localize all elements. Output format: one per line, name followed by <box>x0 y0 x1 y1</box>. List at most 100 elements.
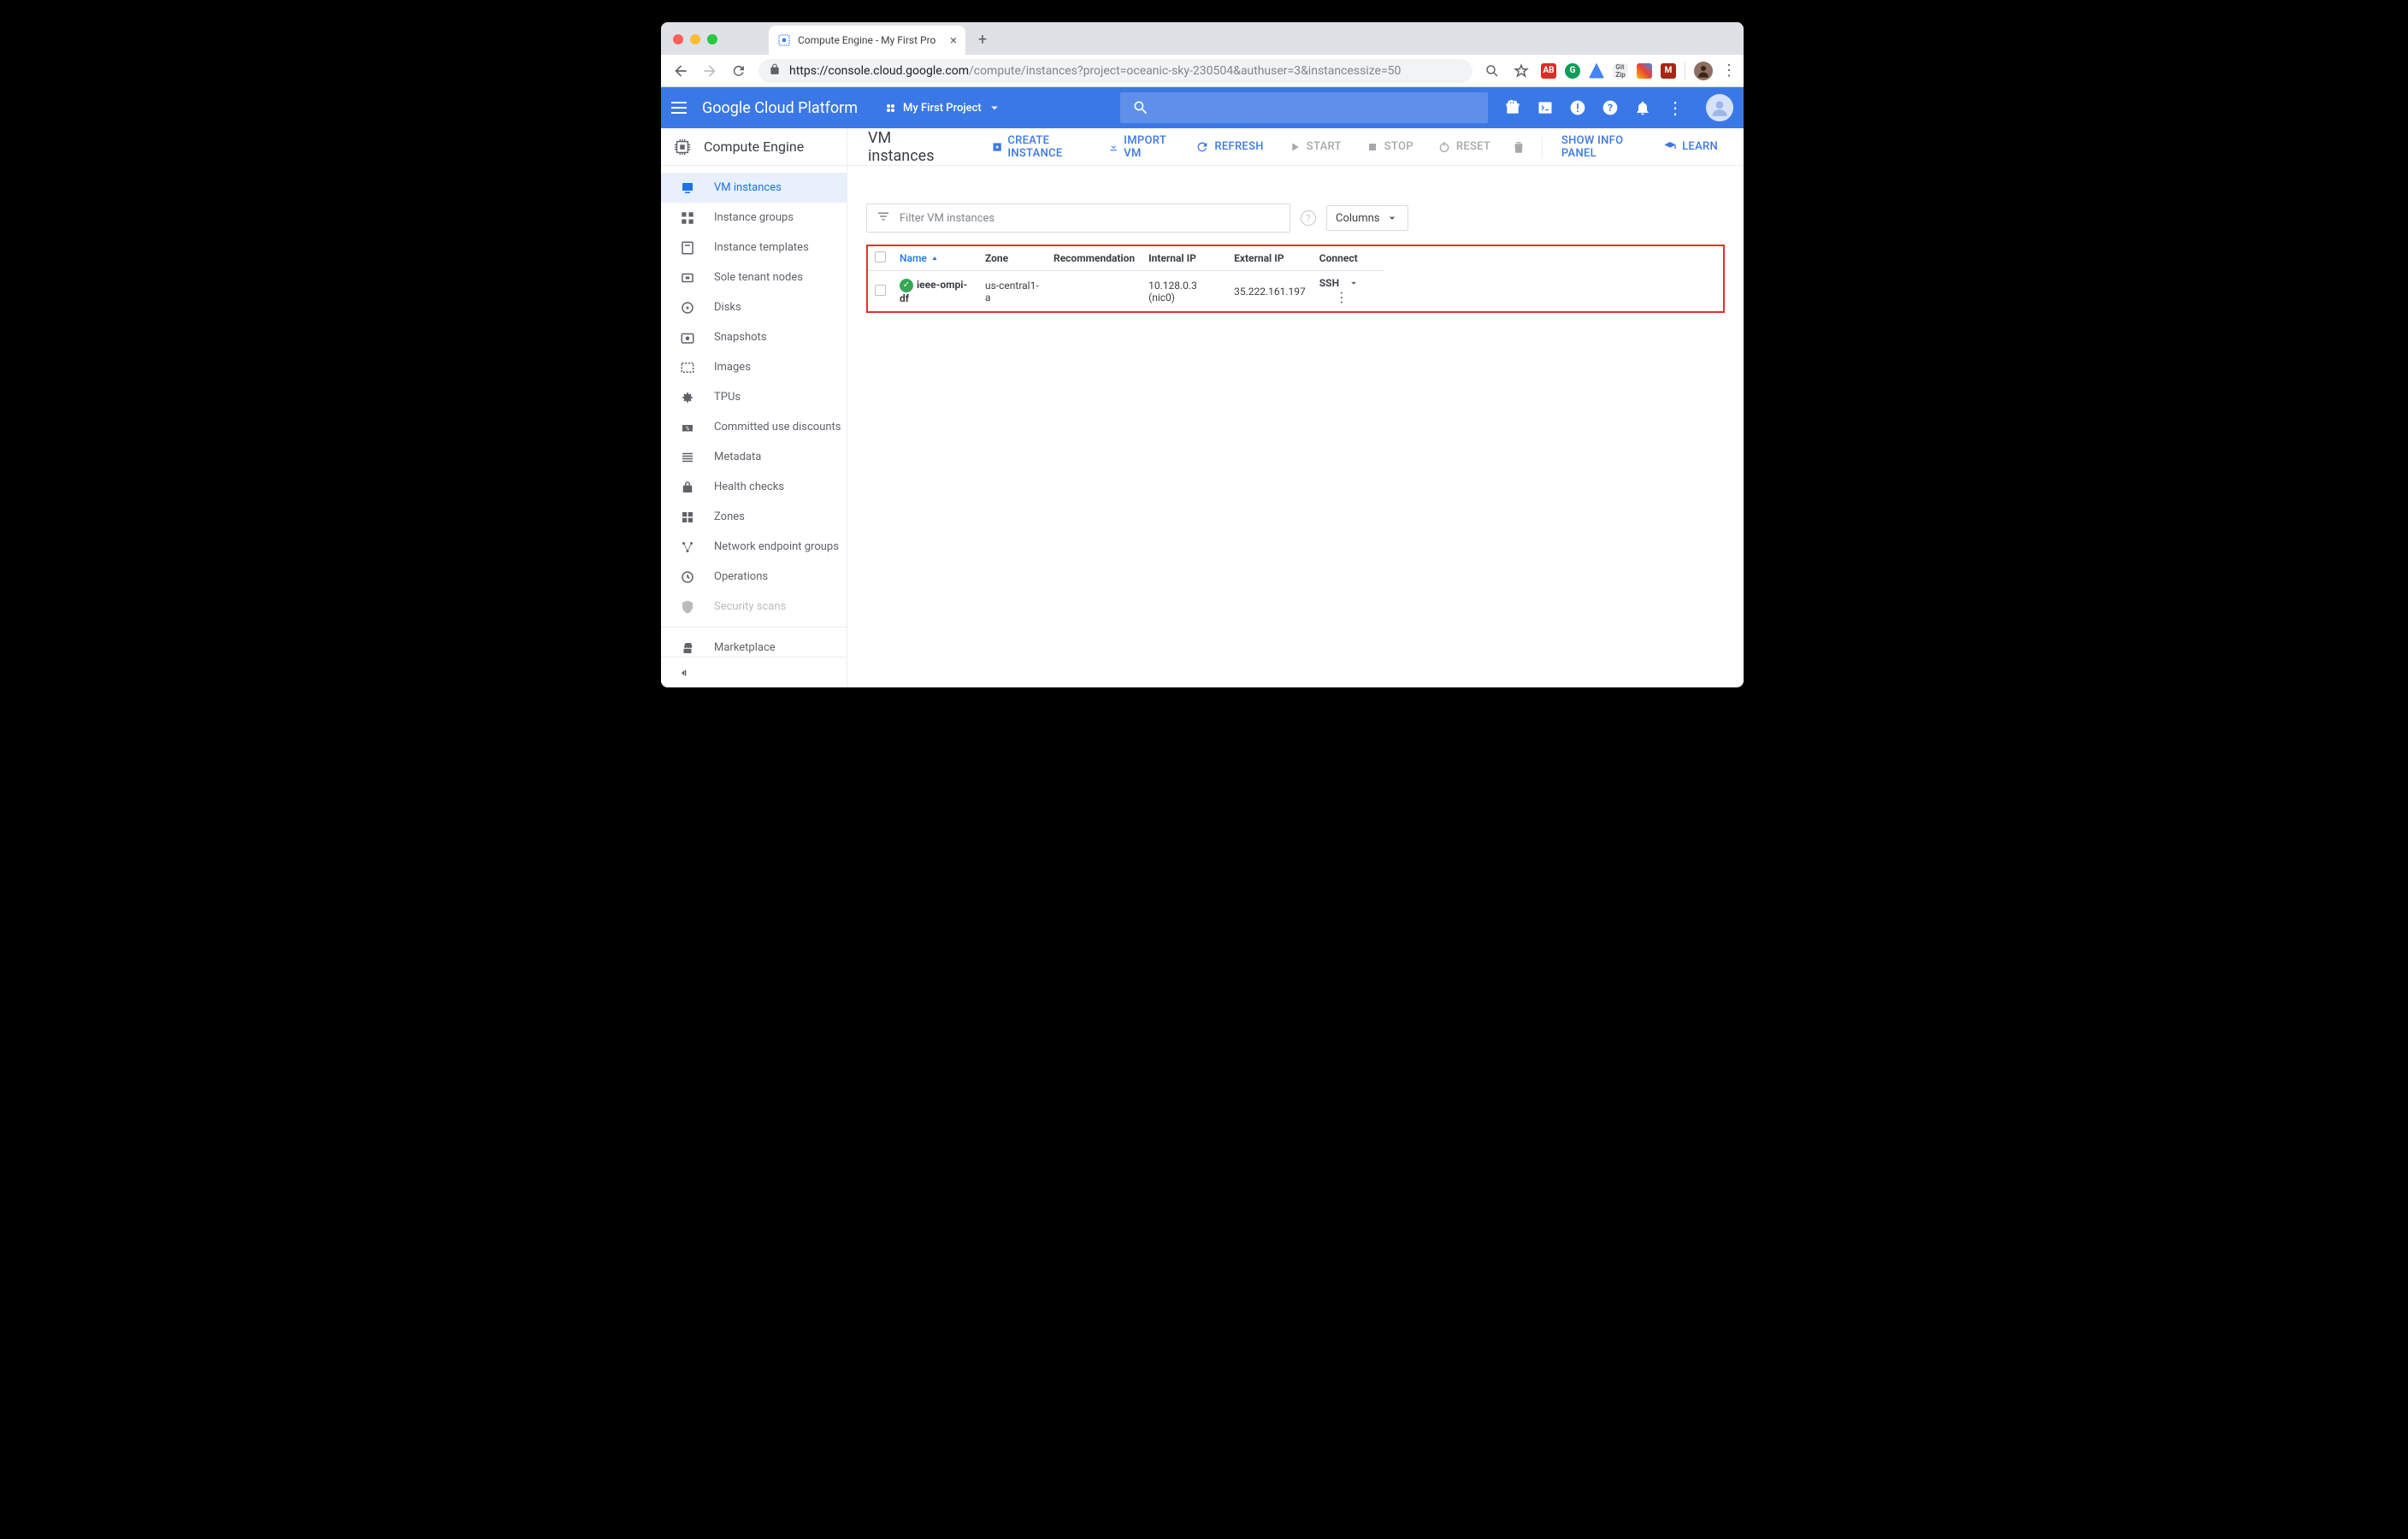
sidebar-item-label: Committed use discounts <box>714 421 841 433</box>
sidebar-item-images[interactable]: Images <box>661 352 847 382</box>
sidebar-separator <box>661 627 847 628</box>
extension-mendeley-icon[interactable]: M <box>1661 63 1676 79</box>
extension-abp-icon[interactable]: AB <box>1541 63 1556 79</box>
reload-button[interactable] <box>726 58 752 84</box>
gcp-search-input[interactable] <box>1120 92 1488 123</box>
vm-instances-icon <box>680 180 695 196</box>
notifications-icon[interactable] <box>1569 99 1586 116</box>
sidebar-item-health-checks[interactable]: Health checks <box>661 472 847 502</box>
sidebar-item-disks[interactable]: Disks <box>661 292 847 322</box>
platform-title[interactable]: Google Cloud Platform <box>702 99 858 117</box>
network-endpoint-icon <box>680 540 695 555</box>
lock-icon <box>769 63 781 78</box>
images-icon <box>680 360 695 375</box>
profile-avatar[interactable] <box>1694 62 1713 80</box>
zoom-icon[interactable] <box>1479 58 1505 84</box>
sidebar-item-metadata[interactable]: Metadata <box>661 442 847 472</box>
close-window-button[interactable] <box>673 34 683 44</box>
sidebar-collapse-button[interactable] <box>661 657 847 687</box>
sidebar-item-label: Health checks <box>714 481 784 493</box>
columns-button[interactable]: Columns <box>1326 205 1408 231</box>
column-header-internal-ip[interactable]: Internal IP <box>1142 246 1227 271</box>
star-icon[interactable] <box>1508 58 1534 84</box>
operations-icon <box>680 569 695 585</box>
highlighted-table-region: Name Zone Recommendation Internal IP Ext… <box>866 245 1725 313</box>
sidebar-item-sole-tenant[interactable]: Sole tenant nodes <box>661 262 847 292</box>
sidebar-item-zones[interactable]: Zones <box>661 502 847 532</box>
delete-button[interactable] <box>1506 139 1532 155</box>
snapshots-icon <box>680 330 695 345</box>
sidebar-item-operations[interactable]: Operations <box>661 562 847 592</box>
help-icon[interactable]: ? <box>1301 210 1316 226</box>
create-instance-button[interactable]: CREATE INSTANCE <box>983 134 1093 160</box>
import-vm-button[interactable]: IMPORT VM <box>1100 134 1180 160</box>
project-icon <box>887 104 894 112</box>
forward-button[interactable] <box>697 58 723 84</box>
zones-icon <box>680 510 695 525</box>
url-field[interactable]: https://console.cloud.google.com/compute… <box>758 59 1473 83</box>
metadata-icon <box>680 450 695 465</box>
sidebar-item-network-endpoint[interactable]: Network endpoint groups <box>661 532 847 562</box>
health-checks-icon <box>680 480 695 495</box>
gcp-header: Google Cloud Platform My First Project ?… <box>661 87 1744 128</box>
sidebar-item-marketplace[interactable]: Marketplace <box>661 633 847 657</box>
refresh-icon <box>1195 140 1209 154</box>
new-tab-button[interactable]: + <box>971 27 994 51</box>
nav-menu-button[interactable] <box>671 97 692 118</box>
sidebar-item-tpus[interactable]: TPUs <box>661 382 847 412</box>
browser-menu-button[interactable]: ⋮ <box>1721 62 1737 80</box>
play-icon <box>1288 140 1301 154</box>
table-row[interactable]: ✓ieee-ompi-df us-central1-a 10.128.0.3 (… <box>868 271 1384 312</box>
extension-grammarly-icon[interactable]: G <box>1565 63 1580 79</box>
row-checkbox[interactable] <box>875 285 886 296</box>
gift-icon[interactable] <box>1504 99 1521 116</box>
sidebar-item-committed-use[interactable]: %Committed use discounts <box>661 412 847 442</box>
sidebar-item-label: Instance templates <box>714 241 809 254</box>
sidebar-item-label: Zones <box>714 510 745 523</box>
extension-color-icon[interactable] <box>1637 63 1652 79</box>
instance-zone: us-central1-a <box>978 271 1047 312</box>
learn-button[interactable]: LEARN <box>1655 140 1726 154</box>
sidebar-item-instance-templates[interactable]: Instance templates <box>661 233 847 262</box>
sidebar-header[interactable]: Compute Engine <box>661 128 847 166</box>
sidebar: Compute Engine VM instances Instance gro… <box>661 128 847 687</box>
back-button[interactable] <box>668 58 693 84</box>
security-scans-icon <box>680 599 695 615</box>
column-header-name[interactable]: Name <box>893 246 978 271</box>
tab-title: Compute Engine - My First Pro <box>798 34 935 46</box>
column-header-connect[interactable]: Connect <box>1313 246 1384 271</box>
reset-button[interactable]: RESET <box>1429 140 1499 154</box>
help-icon[interactable]: ? <box>1602 99 1619 116</box>
chevron-down-icon <box>1348 277 1360 289</box>
project-picker[interactable]: My First Project <box>880 97 1009 119</box>
sidebar-item-label: Metadata <box>714 451 761 463</box>
ssh-button[interactable]: SSH <box>1319 277 1360 289</box>
extension-blue-icon[interactable] <box>1589 63 1604 79</box>
close-tab-button[interactable]: × <box>950 32 957 48</box>
instance-recommendation <box>1047 271 1142 312</box>
import-icon <box>1108 140 1118 154</box>
minimize-window-button[interactable] <box>690 34 700 44</box>
stop-button[interactable]: STOP <box>1357 140 1422 154</box>
sidebar-item-snapshots[interactable]: Snapshots <box>661 322 847 352</box>
sidebar-item-instance-groups[interactable]: Instance groups <box>661 203 847 233</box>
show-info-panel-button[interactable]: SHOW INFO PANEL <box>1553 134 1648 160</box>
refresh-button[interactable]: REFRESH <box>1187 140 1272 154</box>
sidebar-item-security-scans[interactable]: Security scans <box>661 592 847 622</box>
filter-input[interactable]: Filter VM instances <box>866 203 1290 233</box>
browser-tab[interactable]: Compute Engine - My First Pro × <box>769 26 965 55</box>
maximize-window-button[interactable] <box>707 34 717 44</box>
start-button[interactable]: START <box>1279 140 1350 154</box>
more-icon[interactable]: ⋮ <box>1667 99 1684 116</box>
row-menu-button[interactable]: ⋮ <box>1335 289 1349 305</box>
column-header-recommendation[interactable]: Recommendation <box>1047 246 1142 271</box>
sidebar-item-label: Network endpoint groups <box>714 540 839 553</box>
sidebar-item-vm-instances[interactable]: VM instances <box>661 173 847 203</box>
select-all-checkbox[interactable] <box>875 251 886 262</box>
bell-icon[interactable] <box>1634 99 1651 116</box>
extension-gitzip-icon[interactable]: GitZip <box>1613 63 1628 79</box>
account-avatar[interactable] <box>1706 94 1733 121</box>
cloud-shell-icon[interactable] <box>1537 99 1554 116</box>
column-header-external-ip[interactable]: External IP <box>1227 246 1313 271</box>
column-header-zone[interactable]: Zone <box>978 246 1047 271</box>
